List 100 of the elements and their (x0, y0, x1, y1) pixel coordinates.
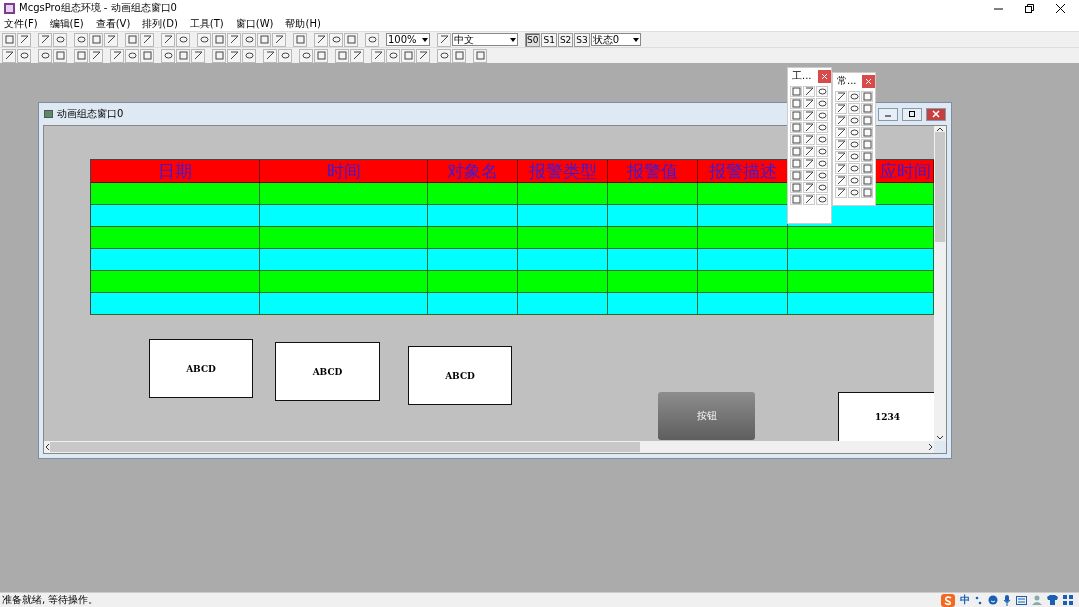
close-button[interactable] (818, 69, 831, 83)
close-button[interactable] (926, 107, 946, 121)
tool-button[interactable] (816, 122, 828, 133)
toolbar-button[interactable] (197, 32, 211, 47)
tool-button[interactable] (861, 151, 873, 162)
tool-button[interactable] (861, 103, 873, 114)
tool-button[interactable] (816, 110, 828, 121)
state-button[interactable]: S1 (541, 32, 557, 47)
toolbar-button[interactable] (161, 48, 175, 63)
toolbar-button[interactable] (2, 48, 16, 63)
tool-button[interactable] (816, 194, 828, 205)
tool-button[interactable] (816, 182, 828, 193)
grid-icon[interactable] (1063, 595, 1073, 605)
tool-button[interactable] (835, 91, 847, 102)
toolbar-button[interactable] (227, 32, 241, 47)
tool-button[interactable] (835, 163, 847, 174)
toolbar-button[interactable] (329, 32, 343, 47)
tool-button[interactable] (803, 146, 815, 157)
tool-button[interactable] (803, 86, 815, 97)
tool-button[interactable] (803, 170, 815, 181)
menu-item[interactable]: 编辑(E) (49, 16, 84, 31)
ime-logo-icon[interactable] (941, 593, 955, 607)
state-button[interactable]: S3 (574, 32, 590, 47)
toolbar-button[interactable] (437, 32, 451, 47)
toolbar-button[interactable] (416, 48, 430, 63)
tool-button[interactable] (835, 187, 847, 198)
tool-button[interactable] (790, 170, 802, 181)
tool-button[interactable] (803, 110, 815, 121)
tool-button[interactable] (816, 98, 828, 109)
tool-button[interactable] (848, 115, 860, 126)
tool-button[interactable] (835, 127, 847, 138)
tool-button[interactable] (803, 194, 815, 205)
toolbar-button[interactable] (161, 32, 175, 47)
tool-button[interactable] (861, 175, 873, 186)
tool-button[interactable] (790, 122, 802, 133)
tool-button[interactable] (861, 91, 873, 102)
menu-item[interactable]: 帮助(H) (285, 16, 321, 31)
smiley-icon[interactable] (988, 595, 998, 605)
tool-button[interactable] (816, 158, 828, 169)
tool-button[interactable] (848, 175, 860, 186)
tool-button[interactable] (816, 134, 828, 145)
menu-item[interactable]: 排列(D) (142, 16, 178, 31)
horizontal-scrollbar[interactable] (44, 441, 934, 453)
tool-button[interactable] (848, 151, 860, 162)
minimize-button[interactable] (878, 107, 898, 121)
state-button[interactable]: S0 (525, 32, 541, 47)
tool-button[interactable] (861, 163, 873, 174)
tool-button[interactable] (848, 187, 860, 198)
punctuation-icon[interactable] (975, 595, 983, 605)
tool-button[interactable] (790, 110, 802, 121)
toolbar-button[interactable] (437, 48, 451, 63)
tool-button[interactable] (848, 163, 860, 174)
tool-button[interactable] (803, 98, 815, 109)
restore-icon[interactable] (1025, 3, 1034, 13)
close-button[interactable] (862, 74, 875, 88)
zoom-dropdown[interactable]: 100% (386, 33, 430, 46)
push-button[interactable]: 按钮 (658, 392, 755, 440)
tool-button[interactable] (816, 86, 828, 97)
toolbar-button[interactable] (242, 48, 256, 63)
scroll-right-icon[interactable] (928, 443, 934, 451)
toolbar-button[interactable] (17, 32, 31, 47)
toolbar-button[interactable] (104, 32, 118, 47)
toolbar-button[interactable] (350, 48, 364, 63)
tool-button[interactable] (861, 139, 873, 150)
tool-button[interactable] (803, 134, 815, 145)
tool-button[interactable] (790, 98, 802, 109)
toolbar-button[interactable] (17, 48, 31, 63)
tool-button[interactable] (848, 139, 860, 150)
menu-item[interactable]: 窗口(W) (235, 16, 274, 31)
tool-button[interactable] (816, 146, 828, 157)
toolbar-button[interactable] (110, 48, 124, 63)
toolbar-button[interactable] (38, 48, 52, 63)
state-dropdown[interactable]: 状态0 (590, 33, 641, 46)
toolbar-button[interactable] (125, 48, 139, 63)
scroll-down-icon[interactable] (936, 435, 944, 441)
microphone-icon[interactable] (1003, 594, 1011, 606)
ime-mode[interactable]: 中 (960, 593, 970, 607)
tool-button[interactable] (790, 86, 802, 97)
keyboard-icon[interactable] (1016, 595, 1027, 605)
tool-button[interactable] (790, 158, 802, 169)
toolbar-button[interactable] (140, 32, 154, 47)
tool-button[interactable] (848, 103, 860, 114)
tool-button[interactable] (803, 158, 815, 169)
state-button[interactable]: S2 (557, 32, 574, 47)
toolbar-button[interactable] (314, 32, 328, 47)
tool-button[interactable] (848, 127, 860, 138)
tool-button[interactable] (790, 146, 802, 157)
toolbar-button[interactable] (74, 32, 88, 47)
toolbar-button[interactable] (53, 32, 67, 47)
menu-item[interactable]: 工具(T) (189, 16, 224, 31)
tool-button[interactable] (835, 151, 847, 162)
tool-button[interactable] (790, 182, 802, 193)
tool-button[interactable] (816, 170, 828, 181)
tool-button[interactable] (790, 134, 802, 145)
toolbar-button[interactable] (278, 48, 292, 63)
toolbar-button[interactable] (263, 48, 277, 63)
toolbar-button[interactable] (227, 48, 241, 63)
scroll-up-icon[interactable] (936, 126, 944, 132)
tool-button[interactable] (848, 91, 860, 102)
toolbar-button[interactable] (365, 32, 379, 47)
